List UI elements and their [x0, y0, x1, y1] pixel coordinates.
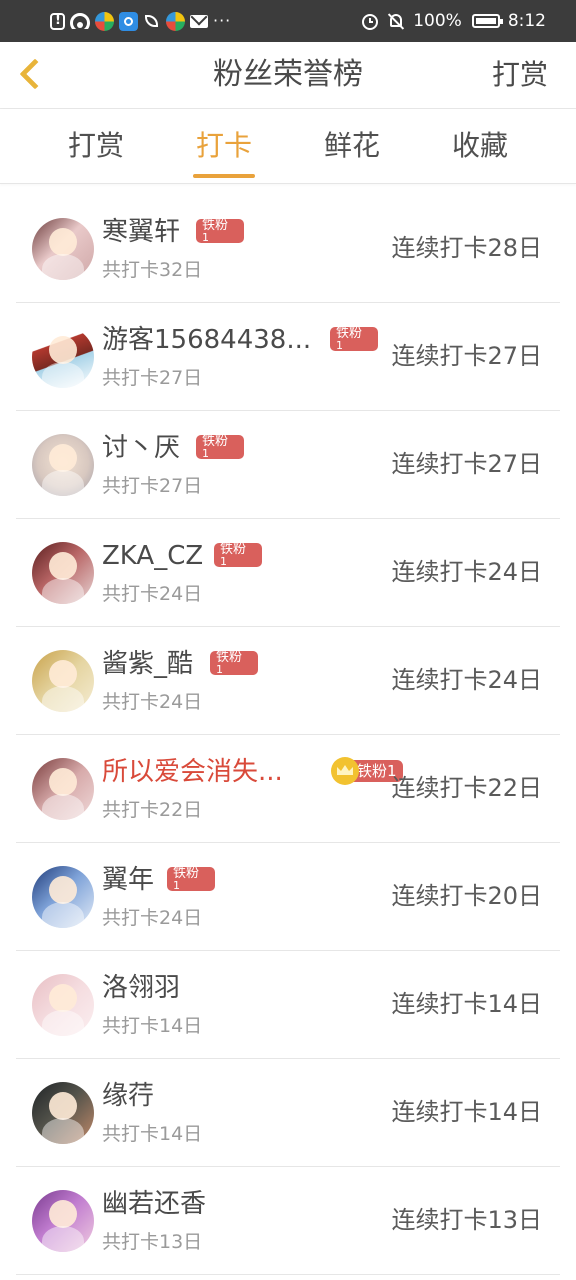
user-name: 讨丶厌 — [102, 433, 181, 463]
user-name: 翼年 — [102, 865, 155, 895]
avatar[interactable] — [32, 866, 94, 928]
crown-icon — [331, 757, 359, 785]
battery-icon — [471, 14, 503, 28]
fan-ranking-list: 寒翼轩 铁粉 1 共打卡32日 连续打卡28日 游客15684438... 铁粉… — [0, 195, 576, 1275]
total-checkin: 共打卡24日 — [102, 691, 203, 713]
list-item[interactable]: 幽若还香 共打卡13日 连续打卡13日 — [16, 1167, 560, 1275]
avatar[interactable] — [32, 542, 94, 604]
list-item[interactable]: 讨丶厌 铁粉 1 共打卡27日 连续打卡27日 — [16, 411, 560, 519]
fan-badge: 铁粉 1 — [330, 327, 378, 351]
list-item[interactable]: 翼年 铁粉 1 共打卡24日 连续打卡20日 — [16, 843, 560, 951]
alarm-icon — [361, 12, 379, 30]
list-item[interactable]: 洛翎羽 共打卡14日 连续打卡14日 — [16, 951, 560, 1059]
fan-badge: 铁粉 1 — [196, 435, 244, 459]
tab-flowers[interactable]: 鲜花 — [307, 127, 397, 165]
tab-favorites[interactable]: 收藏 — [435, 127, 525, 165]
alert-icon — [50, 12, 65, 30]
system-status: 100% 8:12 — [361, 9, 546, 33]
hotspot-icon — [119, 11, 138, 31]
status-bar: ··· 100% 8:12 — [0, 0, 576, 42]
tip-button[interactable]: 打赏 — [492, 56, 548, 94]
badge-level: 1 — [220, 555, 227, 567]
top-bar: 粉丝荣誉榜 打赏 — [0, 42, 576, 109]
wifi-icon — [70, 13, 90, 29]
page-title: 粉丝荣誉榜 — [213, 57, 363, 92]
avatar[interactable] — [32, 326, 94, 388]
avatar[interactable] — [32, 650, 94, 712]
fan-badge: 铁粉 1 — [167, 867, 215, 891]
more-notifications-icon: ··· — [213, 11, 232, 30]
streak-checkin: 连续打卡20日 — [391, 882, 542, 910]
user-name: 游客15684438... — [102, 325, 312, 355]
user-name: 所以爱会消失... — [102, 757, 283, 787]
app-notification-icon — [95, 11, 114, 31]
avatar[interactable] — [32, 434, 94, 496]
clock: 8:12 — [507, 11, 546, 31]
user-name: 洛翎羽 — [102, 973, 181, 1003]
streak-checkin: 连续打卡22日 — [391, 774, 542, 802]
streak-checkin: 连续打卡24日 — [391, 558, 542, 586]
total-checkin: 共打卡27日 — [102, 367, 203, 389]
badge-level: 1 — [336, 339, 343, 351]
user-name: 幽若还香 — [102, 1189, 207, 1219]
badge-level: 1 — [216, 663, 223, 675]
list-item[interactable]: ZKA_CZ 铁粉 1 共打卡24日 连续打卡24日 — [16, 519, 560, 627]
notification-icons: ··· — [50, 9, 231, 33]
list-item[interactable]: 酱紫_酷 铁粉 1 共打卡24日 连续打卡24日 — [16, 627, 560, 735]
total-checkin: 共打卡24日 — [102, 907, 203, 929]
tab-tip[interactable]: 打赏 — [51, 127, 141, 165]
list-item[interactable]: 所以爱会消失... 铁粉1 共打卡22日 连续打卡22日 — [16, 735, 560, 843]
avatar[interactable] — [32, 974, 94, 1036]
mute-icon — [387, 12, 405, 30]
list-item[interactable]: 缘荇 共打卡14日 连续打卡14日 — [16, 1059, 560, 1167]
user-name: 酱紫_酷 — [102, 649, 194, 679]
badge-level: 1 — [173, 879, 180, 891]
list-item[interactable]: 游客15684438... 铁粉 1 共打卡27日 连续打卡27日 — [16, 303, 560, 411]
streak-checkin: 连续打卡28日 — [391, 234, 542, 262]
badge-level: 1 — [202, 231, 209, 243]
total-checkin: 共打卡14日 — [102, 1123, 203, 1145]
badge-level: 1 — [202, 447, 209, 459]
tab-checkin[interactable]: 打卡 — [179, 127, 269, 165]
streak-checkin: 连续打卡14日 — [391, 990, 542, 1018]
user-name: 缘荇 — [102, 1081, 155, 1111]
total-checkin: 共打卡24日 — [102, 583, 203, 605]
fan-badge: 铁粉 1 — [214, 543, 262, 567]
battery-percent: 100% — [413, 11, 462, 31]
leaf-icon — [143, 12, 161, 30]
list-item[interactable]: 寒翼轩 铁粉 1 共打卡32日 连续打卡28日 — [16, 195, 560, 303]
user-name: ZKA_CZ — [102, 541, 204, 571]
active-tab-indicator — [193, 174, 255, 178]
user-name: 寒翼轩 — [102, 217, 181, 247]
fan-badge: 铁粉 1 — [196, 219, 244, 243]
streak-checkin: 连续打卡27日 — [391, 342, 542, 370]
streak-checkin: 连续打卡14日 — [391, 1098, 542, 1126]
total-checkin: 共打卡27日 — [102, 475, 203, 497]
mail-icon — [190, 14, 208, 28]
total-checkin: 共打卡13日 — [102, 1231, 203, 1253]
fan-badge: 铁粉 1 — [210, 651, 258, 675]
streak-checkin: 连续打卡13日 — [391, 1206, 542, 1234]
app-notification-icon-2 — [166, 11, 185, 31]
tab-bar: 打赏 打卡 鲜花 收藏 — [0, 109, 576, 184]
streak-checkin: 连续打卡27日 — [391, 450, 542, 478]
avatar[interactable] — [32, 1082, 94, 1144]
total-checkin: 共打卡22日 — [102, 799, 203, 821]
total-checkin: 共打卡14日 — [102, 1015, 203, 1037]
streak-checkin: 连续打卡24日 — [391, 666, 542, 694]
avatar[interactable] — [32, 218, 94, 280]
avatar[interactable] — [32, 1190, 94, 1252]
avatar[interactable] — [32, 758, 94, 820]
total-checkin: 共打卡32日 — [102, 259, 203, 281]
